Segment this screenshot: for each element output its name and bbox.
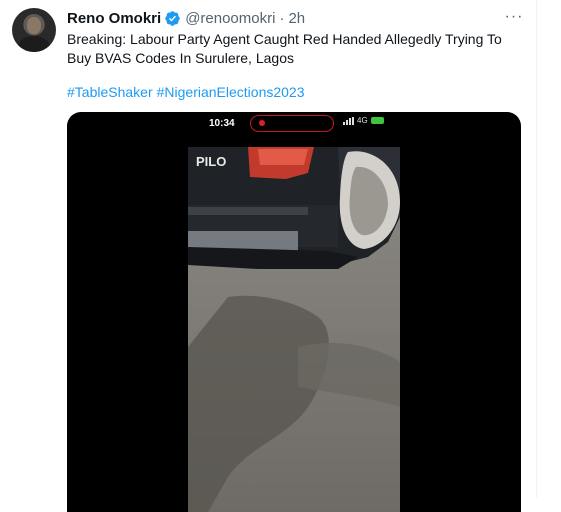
more-options-button[interactable]: ··· bbox=[500, 6, 528, 28]
avatar-head bbox=[27, 17, 41, 34]
more-icon: ··· bbox=[504, 8, 524, 25]
record-dot-icon bbox=[259, 120, 265, 126]
phone-status-bar: 10:34 4G bbox=[67, 112, 521, 138]
hashtag-link[interactable]: #NigerianElections2023 bbox=[157, 84, 305, 100]
separator-dot: · bbox=[279, 9, 285, 27]
network-label: 4G bbox=[357, 116, 368, 125]
tweet-text: Breaking: Labour Party Agent Caught Red … bbox=[67, 31, 502, 66]
recording-indicator bbox=[250, 115, 334, 132]
license-plate-text: PILO bbox=[196, 154, 226, 169]
verified-badge-icon bbox=[165, 10, 180, 26]
author-handle[interactable]: @renoomokri bbox=[185, 10, 275, 27]
status-time: 10:34 bbox=[209, 118, 235, 129]
avatar-shoulders bbox=[18, 36, 50, 52]
video-scene: PILO bbox=[188, 147, 400, 512]
column-divider bbox=[536, 0, 537, 498]
signal-icon bbox=[343, 116, 354, 125]
timestamp[interactable]: 2h bbox=[288, 10, 305, 27]
video-player[interactable]: 10:34 4G PILO bbox=[67, 112, 521, 512]
tweet-header: Reno Omokri @renoomokri · 2h bbox=[67, 8, 305, 28]
hashtags: #TableShaker #NigerianElections2023 bbox=[67, 83, 309, 102]
network-status: 4G bbox=[343, 116, 384, 125]
avatar[interactable] bbox=[12, 8, 56, 52]
video-frame[interactable]: PILO bbox=[188, 147, 400, 512]
author-name[interactable]: Reno Omokri bbox=[67, 10, 161, 27]
tweet[interactable]: Reno Omokri @renoomokri · 2h ··· Breakin… bbox=[0, 0, 536, 512]
hashtag-link[interactable]: #TableShaker bbox=[67, 84, 153, 100]
battery-icon bbox=[370, 117, 384, 124]
